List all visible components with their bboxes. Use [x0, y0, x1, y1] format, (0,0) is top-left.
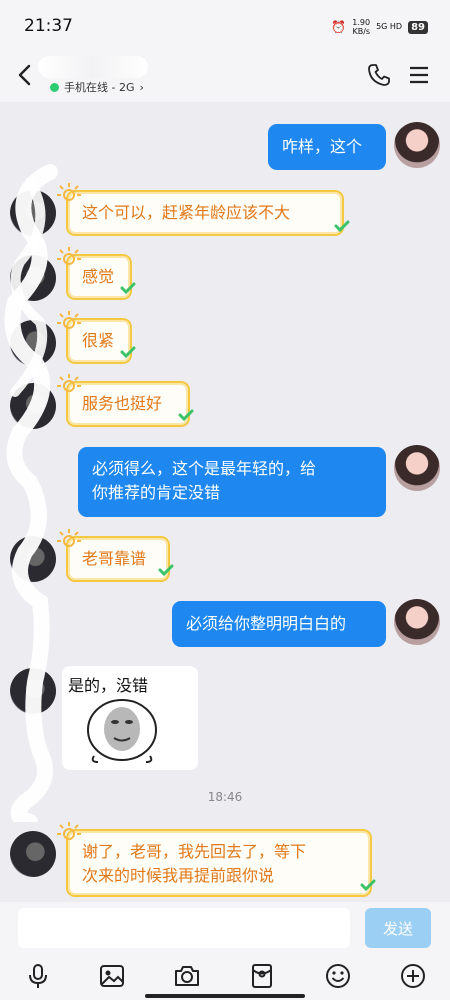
online-dot — [50, 82, 59, 92]
chat-area[interactable]: 咋样，这个 这个可以，赶紧年龄应该不大 感觉 很紧 服务也挺好 必须得么，这个是… — [0, 102, 450, 902]
check-icon — [120, 346, 136, 358]
check-icon — [158, 564, 174, 576]
message-line: 谢了，老哥，我先回去了，等下 — [82, 842, 307, 861]
menu-icon[interactable] — [408, 64, 430, 86]
timestamp: 18:46 — [207, 790, 243, 804]
message-bubble-received[interactable]: 谢了，老哥，我先回去了，等下 次来的时候我再提前跟你说 — [66, 829, 372, 897]
contact-avatar[interactable] — [10, 831, 56, 877]
network-type: 5G HD — [376, 22, 403, 31]
contact-avatar[interactable] — [10, 320, 56, 366]
plus-icon[interactable] — [399, 962, 427, 990]
sticker-message[interactable]: 是的，没错 — [62, 666, 198, 770]
message-line: 次来的时候我再提前跟你说 — [82, 866, 275, 885]
chevron-right-icon[interactable]: › — [140, 81, 144, 94]
message-bubble-sent[interactable]: 必须给你整明明白白的 — [172, 601, 386, 647]
message-bubble-received[interactable]: 服务也挺好 — [66, 381, 190, 427]
message-line: 必须得么，这个是最年轻的，给 — [92, 459, 317, 478]
emoji-icon[interactable] — [324, 962, 352, 990]
check-icon — [334, 220, 350, 232]
bottom-toolbar — [0, 952, 450, 1000]
my-avatar[interactable] — [394, 599, 440, 645]
message-bubble-sent[interactable]: 必须得么，这个是最年轻的，给 你推荐的肯定没错 — [78, 447, 386, 517]
meme-face-icon — [87, 699, 157, 763]
sun-icon — [57, 311, 81, 329]
contact-avatar[interactable] — [10, 255, 56, 301]
sun-icon — [57, 822, 81, 840]
network-speed: 1.90 KB/s — [352, 18, 370, 36]
phone-icon[interactable] — [366, 62, 392, 88]
message-input[interactable] — [18, 908, 350, 948]
check-icon — [120, 282, 136, 294]
sun-icon — [57, 529, 81, 547]
message-line: 你推荐的肯定没错 — [92, 483, 221, 502]
home-indicator — [145, 994, 305, 998]
message-bubble-received[interactable]: 这个可以，赶紧年龄应该不大 — [66, 190, 344, 236]
contact-avatar[interactable] — [10, 668, 56, 714]
check-icon — [178, 409, 194, 421]
status-indicators: ⏰ 1.90 KB/s 5G HD 89 — [331, 18, 428, 36]
contact-avatar[interactable] — [10, 190, 56, 236]
check-icon — [360, 879, 376, 891]
sun-icon — [57, 374, 81, 392]
my-avatar[interactable] — [394, 122, 440, 168]
sticker-caption: 是的，没错 — [68, 676, 149, 695]
presence-status: 手机在线 - 2G › — [50, 79, 144, 95]
input-bar: 发送 — [0, 902, 450, 952]
status-time: 21:37 — [24, 16, 73, 36]
speed-value: 1.90 — [352, 18, 371, 27]
mic-icon[interactable] — [24, 962, 52, 990]
chat-header: 手机在线 - 2G › — [0, 52, 450, 102]
message-bubble-sent[interactable]: 咋样，这个 — [268, 124, 386, 170]
battery-indicator: 89 — [408, 20, 428, 34]
my-avatar[interactable] — [394, 445, 440, 491]
contact-name-redacted[interactable] — [38, 56, 148, 78]
contact-avatar[interactable] — [10, 536, 56, 582]
alarm-icon: ⏰ — [331, 20, 347, 34]
image-icon[interactable] — [98, 962, 126, 990]
red-packet-icon[interactable] — [248, 962, 276, 990]
sun-icon — [57, 183, 81, 201]
contact-avatar[interactable] — [10, 383, 56, 429]
back-icon[interactable] — [14, 62, 36, 88]
camera-icon[interactable] — [173, 962, 201, 990]
status-bar: 21:37 ⏰ 1.90 KB/s 5G HD 89 — [0, 0, 450, 52]
presence-text: 手机在线 - 2G — [64, 81, 135, 94]
speed-unit: KB/s — [352, 27, 371, 36]
send-button[interactable]: 发送 — [365, 908, 431, 948]
sun-icon — [57, 247, 81, 265]
